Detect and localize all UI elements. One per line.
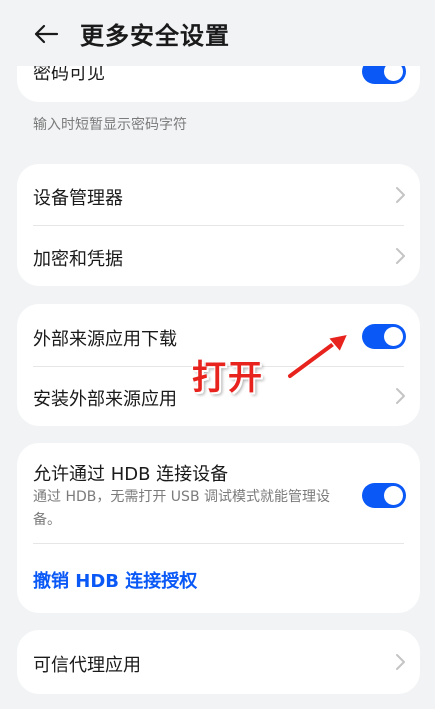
trusted-agent-label: 可信代理应用 xyxy=(33,655,141,676)
device-settings-card: 设备管理器 加密和凭据 xyxy=(17,164,420,286)
password-visible-caption: 输入时短暂显示密码字符 xyxy=(33,117,187,133)
toggle-knob xyxy=(384,327,403,346)
encryption-credentials-row[interactable]: 加密和凭据 xyxy=(17,225,420,286)
chevron-right-icon xyxy=(396,248,405,264)
back-button[interactable] xyxy=(30,18,62,50)
encryption-credentials-label: 加密和凭据 xyxy=(33,249,123,270)
title-bar: 更多安全设置 xyxy=(0,0,435,66)
chevron-right-icon xyxy=(396,654,405,670)
device-manager-row[interactable]: 设备管理器 xyxy=(17,164,420,225)
toggle-knob xyxy=(384,486,403,505)
divider xyxy=(33,543,404,544)
open-annotation: 打开 xyxy=(192,358,264,398)
hdb-card: 允许通过 HDB 连接设备 通过 HDB，无需打开 USB 调试模式就能管理设备… xyxy=(17,443,420,613)
hdb-allow-row[interactable]: 允许通过 HDB 连接设备 通过 HDB，无需打开 USB 调试模式就能管理设备… xyxy=(17,443,420,543)
chevron-right-icon xyxy=(396,388,405,404)
device-manager-label: 设备管理器 xyxy=(33,188,123,209)
trusted-agent-row[interactable]: 可信代理应用 xyxy=(17,630,420,694)
trusted-agent-card: 可信代理应用 xyxy=(17,630,420,694)
external-download-label: 外部来源应用下载 xyxy=(33,329,177,350)
annotation-arrow-icon xyxy=(286,332,350,380)
external-download-toggle[interactable] xyxy=(362,324,406,349)
arrow-left-icon xyxy=(34,24,59,44)
hdb-allow-label: 允许通过 HDB 连接设备 xyxy=(33,464,229,485)
page-title: 更多安全设置 xyxy=(80,22,230,50)
hdb-allow-description: 通过 HDB，无需打开 USB 调试模式就能管理设备。 xyxy=(33,489,330,528)
install-external-label: 安装外部来源应用 xyxy=(33,389,177,410)
chevron-right-icon xyxy=(396,187,405,203)
revoke-hdb-link[interactable]: 撤销 HDB 连接授权 xyxy=(33,567,197,593)
hdb-allow-toggle[interactable] xyxy=(362,483,406,508)
